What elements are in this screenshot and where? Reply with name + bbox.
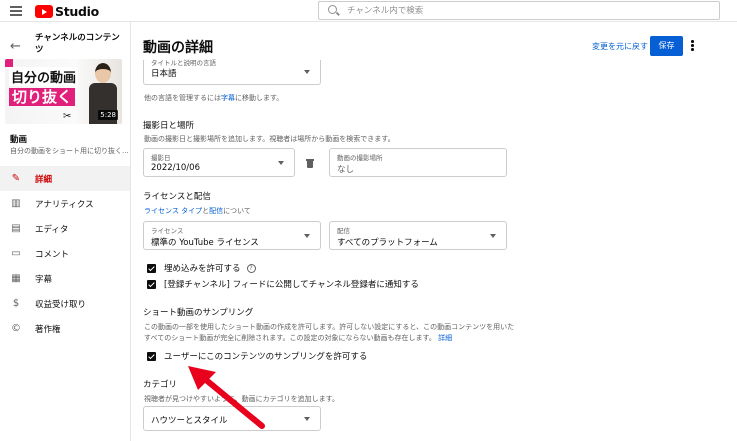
checkbox-checked-icon (147, 351, 156, 361)
top-bar: Studio (0, 0, 737, 22)
category-heading: カテゴリ (143, 380, 178, 390)
copyright-icon: © (11, 323, 21, 334)
subtitles-icon: ▦ (11, 273, 21, 284)
location-field-label: 動画の撮影場所 (337, 154, 383, 162)
video-thumbnail[interactable]: 自分の動画 切り抜く ✂ 5:28 (5, 59, 122, 124)
license-select[interactable]: ライセンス 標準の YouTube ライセンス (143, 221, 321, 250)
comment-icon: ▭ (11, 248, 21, 259)
dropdown-arrow-icon (278, 161, 284, 165)
recording-date-select[interactable]: 撮影日 2022/10/06 (143, 148, 295, 177)
sidebar-item-label: 詳細 (35, 174, 53, 185)
recording-heading: 撮影日と場所 (143, 121, 195, 131)
search-icon[interactable] (328, 5, 337, 14)
thumbnail-text-line1: 自分の動画 (9, 67, 79, 86)
dropdown-arrow-icon (304, 70, 310, 74)
checkbox-checked-icon (147, 263, 156, 273)
sidebar-item-subtitles[interactable]: ▦ 字幕 (0, 266, 130, 291)
sidebar-item-editor[interactable]: ▤ エディタ (0, 216, 130, 241)
trash-icon[interactable] (306, 159, 314, 168)
page-title: 動画の詳細 (143, 40, 213, 56)
sidebar-item-copyright[interactable]: © 著作権 (0, 316, 130, 341)
license-value: 標準の YouTube ライセンス (151, 238, 259, 248)
editor-icon: ▤ (11, 223, 21, 234)
license-links: ライセンス タイプと配信について (144, 207, 251, 215)
subtitles-link[interactable]: 字幕 (221, 94, 235, 102)
language-field-label: タイトルと説明の言語 (151, 59, 216, 67)
distribution-value: すべてのプラットフォーム (337, 238, 438, 248)
checkbox-checked-icon (147, 279, 156, 289)
license-type-link[interactable]: ライセンス タイプ (144, 207, 202, 215)
thumbnail-corner-accent (5, 59, 13, 67)
sidebar-item-label: コメント (35, 249, 70, 260)
allow-embedding-checkbox[interactable]: 埋め込みを許可する ? (147, 262, 256, 274)
notify-subscribers-label: [登録チャンネル] フィードに公開してチャンネル登録者に通知する (164, 280, 419, 290)
sidebar-title: チャンネルのコンテンツ (35, 33, 120, 55)
shorts-sampling-description-line1: この動画の一部を使用したショート動画の作成を許可します。許可しない設定にすると、… (144, 323, 515, 331)
sidebar-item-details[interactable]: ✎ 詳細 (0, 166, 130, 191)
pencil-icon: ✎ (11, 173, 21, 184)
allow-embedding-label: 埋め込みを許可する (164, 264, 241, 274)
dollar-icon: $ (12, 298, 20, 309)
language-select[interactable]: タイトルと説明の言語 日本語 (143, 59, 321, 85)
notify-subscribers-checkbox[interactable]: [登録チャンネル] フィードに公開してチャンネル登録者に通知する (147, 278, 419, 290)
date-field-label: 撮影日 (151, 154, 171, 162)
app-name: Studio (55, 4, 99, 19)
license-heading: ライセンスと配信 (143, 192, 211, 202)
sidebar-item-label: アナリティクス (35, 199, 94, 210)
sidebar: ← チャンネルのコンテンツ 自分の動画 切り抜く ✂ 5:28 動画 自分の動画… (0, 22, 131, 441)
save-button[interactable]: 保存 (650, 36, 683, 56)
video-title: 動画 (10, 135, 28, 145)
allow-sampling-checkbox[interactable]: ユーザーにこのコンテンツのサンプリングを許可する (147, 350, 367, 362)
distribution-link[interactable]: 配信 (209, 207, 223, 215)
sidebar-item-label: 字幕 (35, 274, 53, 285)
search-input[interactable] (347, 4, 707, 18)
dropdown-arrow-icon (304, 234, 310, 238)
help-icon[interactable]: ? (246, 263, 256, 273)
more-options-icon[interactable] (691, 40, 694, 52)
annotation-arrow (188, 366, 265, 429)
license-field-label: ライセンス (151, 227, 184, 235)
dropdown-arrow-icon (490, 234, 496, 238)
menu-icon[interactable] (10, 6, 22, 16)
back-arrow-icon[interactable]: ← (10, 39, 21, 54)
date-value: 2022/10/06 (151, 163, 200, 173)
language-note: 他の言語を管理するには字幕に移動します。 (144, 94, 284, 102)
details-link[interactable]: 詳細 (438, 334, 452, 342)
recording-description: 動画の撮影日と撮影場所を追加します。視聴者は場所から動画を検索できます。 (144, 135, 395, 143)
allow-sampling-label: ユーザーにこのコンテンツのサンプリングを許可する (164, 352, 368, 362)
recording-location-input[interactable]: 動画の撮影場所 なし (329, 148, 507, 177)
video-duration: 5:28 (98, 110, 118, 120)
sidebar-item-label: エディタ (35, 224, 69, 235)
sidebar-item-analytics[interactable]: ▥ アナリティクス (0, 191, 130, 216)
thumbnail-text-line2: 切り抜く (9, 88, 76, 106)
shorts-sampling-description-line2: すべてのショート動画が完全に削除されます。この設定の対象にならない動画も存在しま… (144, 334, 453, 342)
location-value: なし (337, 165, 355, 175)
video-subtitle: 自分の動画をショート用に切り抜く... (10, 147, 128, 155)
search-box[interactable] (318, 1, 720, 20)
distribution-field-label: 配信 (337, 227, 350, 235)
sidebar-item-monetization[interactable]: $ 収益受け取り (0, 291, 130, 316)
sidebar-nav: ✎ 詳細 ▥ アナリティクス ▤ エディタ ▭ コメント ▦ 字幕 $ 収益受け… (0, 166, 130, 341)
sidebar-item-label: 著作権 (35, 324, 61, 335)
youtube-logo-icon (35, 5, 53, 18)
distribution-select[interactable]: 配信 すべてのプラットフォーム (329, 221, 507, 250)
youtube-studio-logo[interactable]: Studio (35, 4, 99, 19)
sidebar-item-label: 収益受け取り (35, 299, 87, 310)
scissors-icon: ✂ (63, 111, 72, 122)
sidebar-item-comments[interactable]: ▭ コメント (0, 241, 130, 266)
language-value: 日本語 (151, 69, 177, 79)
dropdown-arrow-icon (304, 417, 310, 421)
analytics-icon: ▥ (11, 198, 21, 209)
undo-changes-button[interactable]: 変更を元に戻す (592, 41, 648, 52)
shorts-sampling-heading: ショート動画のサンプリング (143, 308, 254, 318)
